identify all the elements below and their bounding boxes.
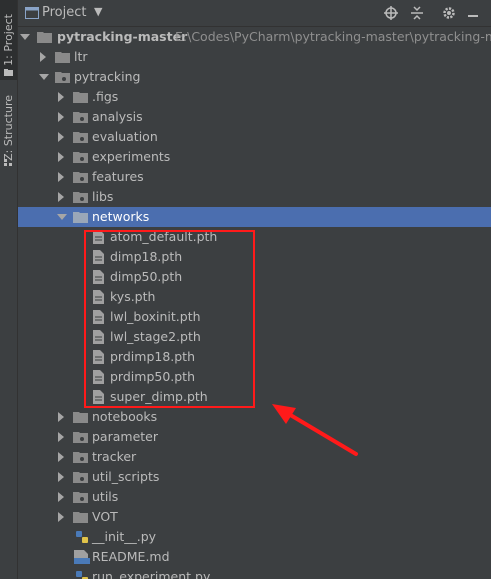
- package-folder-icon: [73, 172, 88, 183]
- tree-label: features: [92, 169, 144, 184]
- tree-label: networks: [92, 209, 150, 224]
- chevron-down-icon[interactable]: [39, 74, 49, 80]
- chevron-down-icon[interactable]: [57, 214, 67, 220]
- tree-node-folder[interactable]: utils: [18, 487, 491, 507]
- folder-icon: [73, 212, 88, 223]
- chevron-right-icon[interactable]: [58, 192, 64, 202]
- tree-label: experiments: [92, 149, 171, 164]
- chevron-right-icon[interactable]: [58, 112, 64, 122]
- chevron-right-icon[interactable]: [58, 492, 64, 502]
- collapse-all-icon[interactable]: [408, 4, 426, 22]
- tree-label: run_experiment.py: [92, 569, 211, 579]
- locate-icon[interactable]: [382, 4, 400, 22]
- hide-icon[interactable]: [464, 4, 482, 22]
- package-folder-icon: [73, 492, 88, 503]
- python-file-icon: [76, 571, 88, 579]
- tree-node-ltr[interactable]: ltr: [18, 47, 491, 67]
- tree-node-root[interactable]: pytracking-master E:\Codes\PyCharm\pytra…: [18, 27, 491, 47]
- gear-icon[interactable]: [440, 4, 458, 22]
- tab-project-label: 1: Project: [2, 14, 15, 66]
- tree-node-folder[interactable]: notebooks: [18, 407, 491, 427]
- tree-label: README.md: [92, 549, 170, 564]
- tree-node-folder[interactable]: experiments: [18, 147, 491, 167]
- chevron-down-icon[interactable]: [20, 34, 30, 40]
- chevron-right-icon[interactable]: [58, 152, 64, 162]
- tool-window-strip: 1: Project Z: Structure: [0, 0, 18, 579]
- project-icon: [25, 7, 39, 19]
- python-file-icon: [76, 531, 88, 543]
- tree-label: libs: [92, 189, 114, 204]
- root-path: E:\Codes\PyCharm\pytracking-master\pytra…: [175, 29, 491, 44]
- folder-icon: [55, 52, 70, 63]
- markdown-file-icon: [74, 550, 90, 564]
- package-folder-icon: [73, 452, 88, 463]
- tree-node-file[interactable]: run_experiment.py: [18, 567, 491, 579]
- tree-label: notebooks: [92, 409, 158, 424]
- tree-node-networks[interactable]: networks: [18, 207, 491, 227]
- tree-node-pytracking[interactable]: pytracking: [18, 67, 491, 87]
- tree-label: util_scripts: [92, 469, 160, 484]
- tree-node-folder[interactable]: analysis: [18, 107, 491, 127]
- tree-label: tracker: [92, 449, 137, 464]
- tree-label: parameter: [92, 429, 158, 444]
- tree-node-folder[interactable]: tracker: [18, 447, 491, 467]
- tree-label: .figs: [92, 89, 119, 104]
- chevron-right-icon[interactable]: [58, 132, 64, 142]
- folder-icon: [37, 32, 52, 43]
- tab-structure[interactable]: Z: Structure: [0, 86, 17, 170]
- folder-icon: [73, 92, 88, 103]
- chevron-right-icon[interactable]: [58, 512, 64, 522]
- tree-label: evaluation: [92, 129, 158, 144]
- project-view-title[interactable]: Project: [42, 5, 86, 20]
- package-folder-icon: [55, 72, 70, 83]
- tree-node-file[interactable]: __init__.py: [18, 527, 491, 547]
- tree-label: utils: [92, 489, 119, 504]
- project-header: Project ▼: [18, 0, 491, 27]
- chevron-right-icon[interactable]: [58, 412, 64, 422]
- tree-node-folder[interactable]: .figs: [18, 87, 491, 107]
- chevron-right-icon[interactable]: [40, 52, 46, 62]
- structure-icon: [4, 159, 12, 166]
- tree-node-file[interactable]: README.md: [18, 547, 491, 567]
- tree-node-folder[interactable]: libs: [18, 187, 491, 207]
- folder-icon: [73, 412, 88, 423]
- chevron-right-icon[interactable]: [58, 92, 64, 102]
- tree-node-folder[interactable]: VOT: [18, 507, 491, 527]
- tab-project[interactable]: 1: Project: [0, 0, 17, 80]
- package-folder-icon: [73, 152, 88, 163]
- package-folder-icon: [73, 472, 88, 483]
- tree-node-folder[interactable]: parameter: [18, 427, 491, 447]
- package-folder-icon: [73, 132, 88, 143]
- tree-label: __init__.py: [92, 529, 157, 544]
- tree-node-folder[interactable]: features: [18, 167, 491, 187]
- chevron-right-icon[interactable]: [58, 452, 64, 462]
- tree-label: VOT: [92, 509, 118, 524]
- tab-structure-label: Z: Structure: [2, 95, 15, 161]
- folder-icon: [4, 69, 13, 76]
- folder-icon: [73, 512, 88, 523]
- tree-label: analysis: [92, 109, 143, 124]
- package-folder-icon: [73, 192, 88, 203]
- package-folder-icon: [73, 432, 88, 443]
- chevron-right-icon[interactable]: [58, 472, 64, 482]
- tree-label: pytracking-master: [57, 29, 188, 44]
- chevron-right-icon[interactable]: [58, 432, 64, 442]
- tree-label: pytracking: [74, 69, 141, 84]
- tree-label: ltr: [74, 49, 88, 64]
- chevron-right-icon[interactable]: [58, 172, 64, 182]
- annotation-box: [84, 230, 255, 408]
- package-folder-icon: [73, 112, 88, 123]
- chevron-down-icon[interactable]: ▼: [94, 5, 102, 18]
- annotation-arrow-icon: [272, 404, 358, 456]
- tree-node-folder[interactable]: util_scripts: [18, 467, 491, 487]
- tree-node-folder[interactable]: evaluation: [18, 127, 491, 147]
